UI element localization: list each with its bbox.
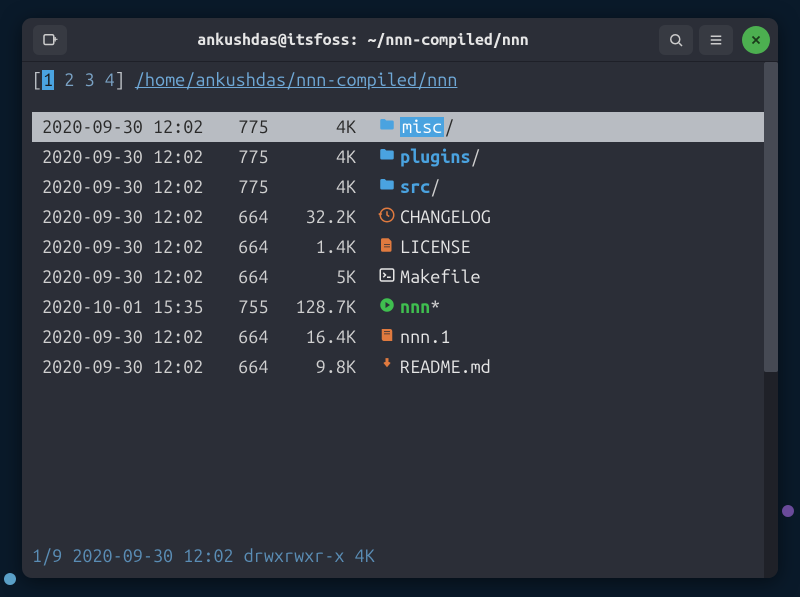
file-size: 32.2K bbox=[278, 207, 374, 227]
file-perm: 664 bbox=[218, 267, 278, 287]
file-perm: 664 bbox=[218, 237, 278, 257]
search-button[interactable] bbox=[659, 25, 693, 55]
close-icon bbox=[749, 33, 763, 47]
folder-icon bbox=[374, 176, 400, 198]
file-date: 2020-09-30 12:02 bbox=[32, 357, 218, 377]
file-size: 4K bbox=[278, 177, 374, 197]
window-title: ankushdas@itsfoss: ~/nnn-compiled/nnn bbox=[70, 31, 656, 49]
context-tab-2[interactable]: 2 bbox=[64, 70, 74, 90]
new-tab-button[interactable] bbox=[33, 25, 67, 55]
folder-icon bbox=[374, 116, 400, 138]
file-name: CHANGELOG bbox=[400, 207, 768, 227]
terminal-body[interactable]: [1 2 3 4] /home/ankushdas/nnn-compiled/nn… bbox=[22, 62, 778, 578]
bracket-open: [ bbox=[32, 70, 42, 90]
context-line: [1 2 3 4] /home/ankushdas/nnn-compiled/nn… bbox=[32, 70, 768, 90]
file-row[interactable]: 2020-09-30 12:02 7754K src/ bbox=[32, 172, 768, 202]
close-button[interactable] bbox=[742, 26, 770, 54]
status-line: 1/9 2020-09-30 12:02 drwxrwxr-x 4K bbox=[32, 546, 375, 566]
file-date: 2020-09-30 12:02 bbox=[32, 177, 218, 197]
file-perm: 664 bbox=[218, 327, 278, 347]
file-name: README.md bbox=[400, 357, 768, 377]
file-size: 4K bbox=[278, 117, 374, 137]
file-row[interactable]: 2020-09-30 12:02 7754K misc/ bbox=[32, 112, 768, 142]
titlebar: ankushdas@itsfoss: ~/nnn-compiled/nnn bbox=[22, 18, 778, 62]
file-date: 2020-09-30 12:02 bbox=[32, 147, 218, 167]
file-name: nnn* bbox=[400, 297, 768, 317]
scrollbar[interactable] bbox=[764, 62, 778, 578]
context-tab-4[interactable]: 4 bbox=[105, 70, 115, 90]
file-name: Makefile bbox=[400, 267, 768, 287]
hamburger-icon bbox=[707, 31, 725, 49]
file-name: plugins/ bbox=[400, 147, 768, 167]
file-row[interactable]: 2020-09-30 12:02 6645K Makefile bbox=[32, 262, 768, 292]
file-date: 2020-10-01 15:35 bbox=[32, 297, 218, 317]
file-row[interactable]: 2020-09-30 12:02 6641.4K LICENSE bbox=[32, 232, 768, 262]
file-row[interactable]: 2020-09-30 12:02 66416.4K nnn.1 bbox=[32, 322, 768, 352]
file-name: LICENSE bbox=[400, 237, 768, 257]
file-date: 2020-09-30 12:02 bbox=[32, 267, 218, 287]
file-name: nnn.1 bbox=[400, 327, 768, 347]
file-date: 2020-09-30 12:02 bbox=[32, 207, 218, 227]
folder-icon bbox=[374, 146, 400, 168]
file-perm: 775 bbox=[218, 147, 278, 167]
file-list: 2020-09-30 12:02 7754Kmisc/ 2020-09-30 1… bbox=[32, 112, 768, 382]
file-row[interactable]: 2020-09-30 12:02 66432.2K CHANGELOG bbox=[32, 202, 768, 232]
bracket-close: ] bbox=[115, 70, 125, 90]
file-size: 4K bbox=[278, 147, 374, 167]
file-row[interactable]: 2020-10-01 15:35 755128.7K nnn* bbox=[32, 292, 768, 322]
new-tab-icon bbox=[41, 31, 59, 49]
doc-icon bbox=[374, 236, 400, 258]
file-perm: 755 bbox=[218, 297, 278, 317]
current-path[interactable]: /home/ankushdas/nnn-compiled/nnn bbox=[135, 70, 458, 90]
book-icon bbox=[374, 326, 400, 348]
file-perm: 775 bbox=[218, 177, 278, 197]
search-icon bbox=[667, 31, 685, 49]
terminal-icon bbox=[374, 266, 400, 288]
file-date: 2020-09-30 12:02 bbox=[32, 237, 218, 257]
file-date: 2020-09-30 12:02 bbox=[32, 117, 218, 137]
file-perm: 775 bbox=[218, 117, 278, 137]
history-icon bbox=[374, 206, 400, 228]
file-name: misc/ bbox=[400, 117, 768, 137]
file-size: 16.4K bbox=[278, 327, 374, 347]
terminal-window: ankushdas@itsfoss: ~/nnn-compiled/nnn [1… bbox=[22, 18, 778, 578]
bg-dot bbox=[4, 573, 16, 585]
file-size: 9.8K bbox=[278, 357, 374, 377]
download-icon bbox=[374, 356, 400, 378]
file-size: 5K bbox=[278, 267, 374, 287]
file-row[interactable]: 2020-09-30 12:02 6649.8K README.md bbox=[32, 352, 768, 382]
context-tab-1[interactable]: 1 bbox=[42, 70, 54, 90]
file-size: 128.7K bbox=[278, 297, 374, 317]
file-perm: 664 bbox=[218, 357, 278, 377]
file-name: src/ bbox=[400, 177, 768, 197]
file-row[interactable]: 2020-09-30 12:02 7754K plugins/ bbox=[32, 142, 768, 172]
scrollbar-thumb[interactable] bbox=[764, 62, 778, 372]
menu-button[interactable] bbox=[699, 25, 733, 55]
file-date: 2020-09-30 12:02 bbox=[32, 327, 218, 347]
file-perm: 664 bbox=[218, 207, 278, 227]
bg-dot bbox=[782, 505, 794, 517]
play-icon bbox=[374, 296, 400, 318]
file-size: 1.4K bbox=[278, 237, 374, 257]
context-tab-3[interactable]: 3 bbox=[84, 70, 94, 90]
